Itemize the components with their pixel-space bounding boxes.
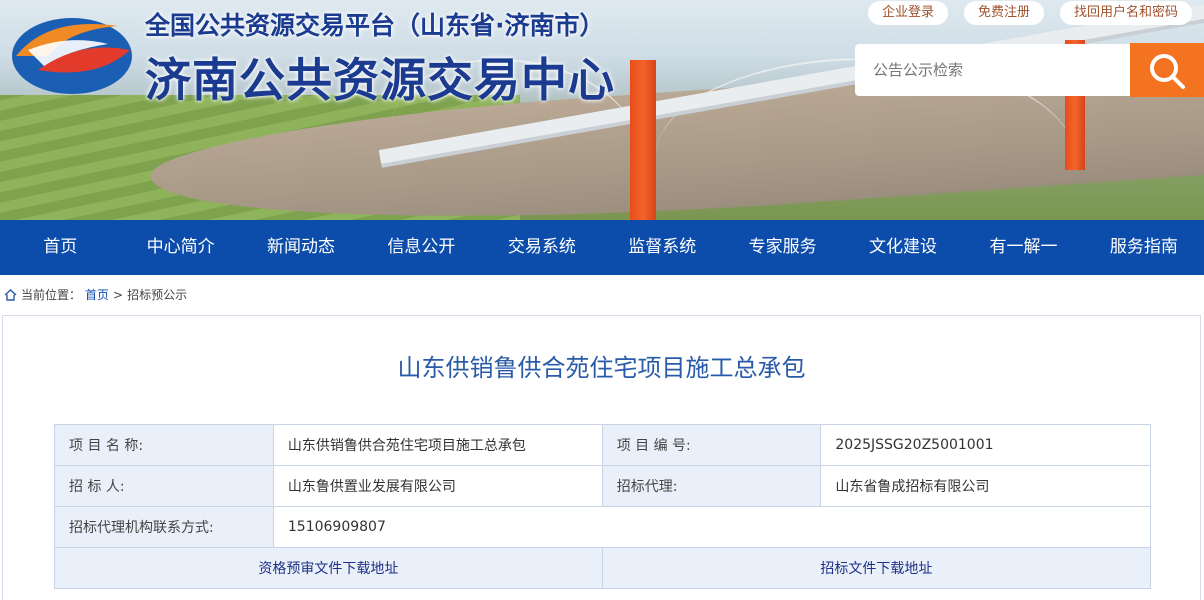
- recover-account-link[interactable]: 找回用户名和密码: [1059, 1, 1192, 25]
- agency-contact-value: 15106909807: [272, 506, 1152, 548]
- agency-label: 招标代理:: [601, 465, 822, 507]
- table-row: 招标代理机构联系方式: 15106909807: [54, 506, 1152, 548]
- breadcrumb-separator: >: [113, 287, 124, 302]
- header-banner: 全国公共资源交易平台（山东省·济南市） 济南公共资源交易中心: [0, 0, 1204, 220]
- nav-item-news[interactable]: 新闻动态: [241, 220, 361, 275]
- search-icon: [1150, 54, 1185, 89]
- agency-value: 山东省鲁成招标有限公司: [820, 465, 1151, 507]
- project-number-value: 2025JSSG20Z5001001: [820, 424, 1151, 466]
- tenderer-label: 招 标 人:: [54, 465, 274, 507]
- breadcrumb-home-link[interactable]: 首页: [85, 286, 109, 303]
- breadcrumb-prefix: 当前位置：: [21, 288, 82, 302]
- content-panel: 山东供销鲁供合苑住宅项目施工总承包 项 目 名 称: 山东供销鲁供合苑住宅项目施…: [2, 315, 1201, 600]
- table-row: 招 标 人: 山东鲁供置业发展有限公司 招标代理: 山东省鲁成招标有限公司: [54, 465, 1151, 507]
- site-subtitle: 全国公共资源交易平台（山东省·济南市）: [145, 11, 605, 40]
- search-button[interactable]: [1130, 43, 1204, 97]
- tenderer-value: 山东鲁供置业发展有限公司: [272, 465, 603, 507]
- nav-item-info-disclosure[interactable]: 信息公开: [361, 220, 481, 275]
- breadcrumb-current: 招标预公示: [127, 288, 188, 302]
- nav-item-service-guide[interactable]: 服务指南: [1084, 220, 1204, 275]
- bridge-tower: [630, 60, 656, 220]
- nav-item-expert-service[interactable]: 专家服务: [722, 220, 842, 275]
- nav-item-supervision[interactable]: 监督系统: [602, 220, 722, 275]
- login-link[interactable]: 企业登录: [867, 1, 948, 25]
- project-name-label: 项 目 名 称:: [54, 424, 274, 466]
- table-row: 项 目 名 称: 山东供销鲁供合苑住宅项目施工总承包 项 目 编 号: 2025…: [54, 424, 1151, 466]
- search-input[interactable]: [855, 44, 1132, 96]
- tender-document-download-link[interactable]: 招标文件下载地址: [601, 547, 1152, 589]
- page-title: 山东供销鲁供合苑住宅项目施工总承包: [397, 354, 806, 382]
- logo-icon: [12, 18, 132, 94]
- agency-contact-label: 招标代理机构联系方式:: [54, 506, 274, 548]
- nav-item-trading-system[interactable]: 交易系统: [482, 220, 602, 275]
- register-link[interactable]: 免费注册: [963, 1, 1044, 25]
- nav-item-home[interactable]: 首页: [0, 220, 120, 275]
- nav-item-youyijieyi[interactable]: 有一解一: [963, 220, 1083, 275]
- home-icon: [4, 288, 17, 301]
- project-info-table: 项 目 名 称: 山东供销鲁供合苑住宅项目施工总承包 项 目 编 号: 2025…: [54, 424, 1152, 589]
- breadcrumb: 当前位置： 首页 > 招标预公示: [4, 286, 187, 303]
- nav-item-about[interactable]: 中心简介: [120, 220, 240, 275]
- project-name-value: 山东供销鲁供合苑住宅项目施工总承包: [272, 424, 603, 466]
- site-title: 济南公共资源交易中心: [145, 53, 615, 107]
- nav-item-culture[interactable]: 文化建设: [843, 220, 963, 275]
- table-row: 资格预审文件下载地址 招标文件下载地址: [54, 547, 1152, 589]
- main-nav: 首页 中心简介 新闻动态 信息公开 交易系统 监督系统 专家服务 文化建设 有一…: [0, 220, 1204, 275]
- top-links: 企业登录 免费注册 找回用户名和密码: [867, 1, 1192, 25]
- prequalification-download-link[interactable]: 资格预审文件下载地址: [54, 547, 603, 589]
- project-number-label: 项 目 编 号:: [601, 424, 822, 466]
